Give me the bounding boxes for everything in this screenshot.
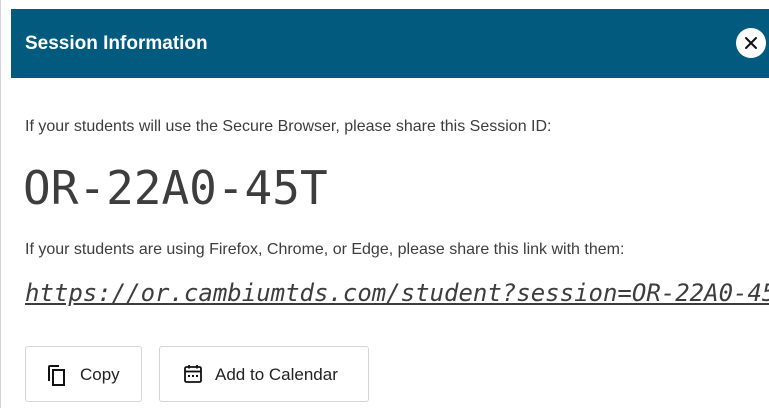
add-to-calendar-button[interactable]: Add to Calendar [159,346,369,402]
session-information-dialog: Session Information If your students wil… [0,0,769,408]
add-to-calendar-label: Add to Calendar [215,365,338,384]
copy-icon [48,365,65,386]
secure-browser-instruction: If your students will use the Secure Bro… [25,118,552,135]
close-button[interactable] [736,28,766,58]
dialog-title: Session Information [25,33,208,54]
browser-link-instruction: If your students are using Firefox, Chro… [25,241,625,258]
copy-button-label: Copy [80,365,120,384]
session-id: OR-22A0-45T [23,161,328,215]
session-link[interactable]: https://or.cambiumtds.com/student?sessio… [25,278,769,308]
close-icon [745,37,757,49]
copy-button[interactable]: Copy [25,346,142,402]
dialog-header: Session Information [11,9,769,78]
calendar-icon [184,365,202,383]
